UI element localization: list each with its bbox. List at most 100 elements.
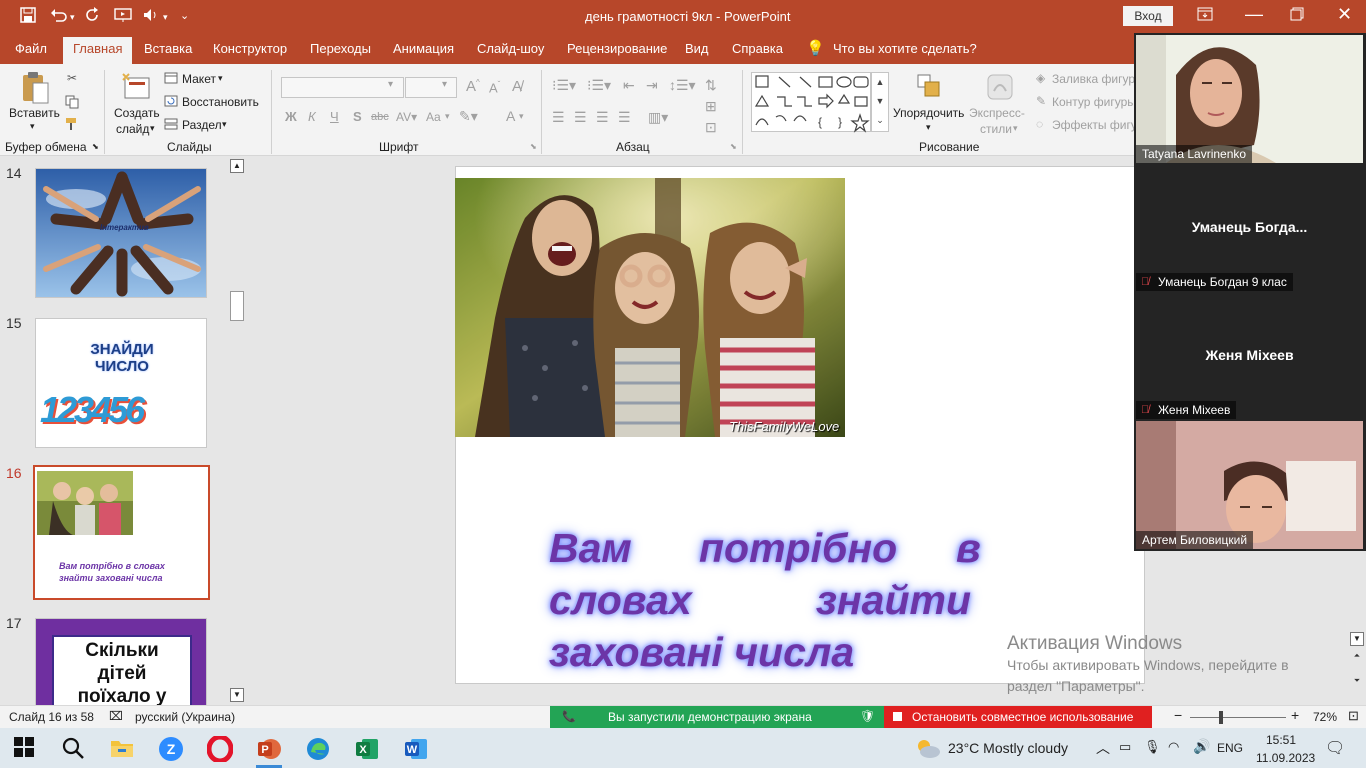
language-indicator[interactable]: русский (Украина) [135, 710, 235, 724]
font-size-dropdown-icon[interactable]: ▾ [442, 79, 447, 90]
decrease-indent-icon[interactable]: ⇤ [623, 77, 635, 94]
layout-icon[interactable] [164, 71, 178, 85]
quick-styles-label[interactable]: Экспресс- [969, 106, 1025, 120]
signin-button[interactable]: Вход [1123, 6, 1173, 26]
file-explorer-icon[interactable] [109, 736, 135, 762]
thumbnail-slide-16-selected[interactable]: Вам потрібно в словах знайти заховані чи… [33, 465, 210, 600]
align-left-icon[interactable]: ☰ [552, 109, 565, 126]
paste-icon[interactable] [18, 70, 52, 106]
font-color-dropdown-icon[interactable]: ▾ [519, 111, 524, 122]
clear-format-icon[interactable]: A̸ [512, 78, 522, 95]
scroll-down-icon[interactable]: ▼ [230, 688, 244, 702]
notifications-icon[interactable]: 🗨 [1325, 738, 1345, 758]
windows-start-icon[interactable] [13, 736, 39, 762]
shape-outline-button[interactable]: Контур фигуры [1052, 95, 1136, 109]
shapes-gallery[interactable]: {} [751, 72, 871, 133]
audio-icon[interactable] [142, 7, 160, 27]
shape-fill-icon[interactable]: ◈ [1036, 71, 1045, 85]
thumbnail-slide-14[interactable]: Інтерактив [35, 168, 207, 298]
participant-tile-3[interactable]: Женя Міхеев Женя Міхеев 🎙̸ [1136, 291, 1363, 419]
thumbnail-slide-15[interactable]: ЗНАЙДИ ЧИСЛО 123456 [35, 318, 207, 448]
slide-text-word-3[interactable]: в [956, 525, 981, 572]
ribbon-display-icon[interactable] [1197, 7, 1213, 25]
quick-styles-icon[interactable] [983, 70, 1017, 104]
slideshow-start-icon[interactable] [114, 7, 132, 27]
weather-text[interactable]: 23°C Mostly cloudy [948, 740, 1068, 756]
tab-review[interactable]: Рецензирование [567, 41, 667, 56]
scroll-thumb[interactable] [230, 291, 244, 321]
zoom-out-icon[interactable]: − [1174, 707, 1182, 723]
increase-indent-icon[interactable]: ⇥ [646, 77, 658, 94]
copy-icon[interactable] [64, 94, 80, 110]
align-right-icon[interactable]: ☰ [596, 109, 609, 126]
quick-styles-dropdown-icon[interactable]: ▾ [1013, 123, 1018, 134]
zoom-in-icon[interactable]: + [1291, 707, 1299, 723]
strikethrough-button[interactable]: abc [371, 111, 389, 123]
tab-help[interactable]: Справка [732, 41, 783, 56]
shape-fill-button[interactable]: Заливка фигуры [1052, 72, 1144, 86]
restore-icon[interactable] [1290, 7, 1304, 25]
smartart-icon[interactable]: ⊡ [705, 119, 717, 136]
save-icon[interactable] [20, 7, 36, 27]
line-spacing-icon[interactable]: ↕☰▾ [669, 77, 696, 94]
zoom-level[interactable]: 72% [1313, 710, 1337, 724]
slide-text-word-5[interactable]: знайти [816, 577, 971, 624]
slide-scroll-down-icon[interactable]: ▼ [1350, 632, 1364, 646]
slide-text-word-4[interactable]: словах [549, 577, 692, 624]
current-slide[interactable]: ThisFamilyWeLove Вам потрібно в словах з… [455, 166, 1145, 684]
stop-share-button[interactable]: Остановить совместное использование [884, 706, 1152, 729]
columns-icon[interactable]: ▥▾ [648, 109, 668, 126]
section-icon[interactable] [164, 117, 178, 131]
tell-me-search[interactable]: Что вы хотите сделать? [833, 41, 977, 56]
audio-dropdown-icon[interactable]: ▾ [163, 12, 168, 23]
numbering-icon[interactable]: ⁝☰▾ [587, 77, 611, 94]
grow-font-icon[interactable]: A^ [466, 78, 480, 95]
wifi-icon[interactable]: ◠ [1168, 739, 1179, 755]
highlight-icon[interactable]: ✎▾ [459, 108, 478, 125]
new-slide-dropdown-icon[interactable]: ▾ [150, 123, 155, 134]
slide-text-word-2[interactable]: потрібно [699, 525, 897, 572]
tab-transitions[interactable]: Переходы [310, 41, 371, 56]
section-button[interactable]: Раздел [182, 118, 222, 132]
excel-icon[interactable]: X [354, 736, 380, 762]
thumbnail-slide-17[interactable]: Скільки дітей поїхало у [35, 618, 207, 708]
fit-slide-icon[interactable]: ⊡ [1348, 708, 1359, 724]
tab-insert[interactable]: Вставка [144, 41, 192, 56]
input-language[interactable]: ENG [1217, 741, 1243, 755]
undo-dropdown-icon[interactable]: ▾ [70, 12, 75, 23]
scroll-up-icon[interactable]: ▲ [230, 159, 244, 173]
shape-effects-icon[interactable]: ◌ [1036, 117, 1043, 131]
font-launcher-icon[interactable]: ⬊ [530, 142, 537, 151]
microphone-icon[interactable]: 🎙 [1144, 739, 1161, 755]
new-slide-label-2[interactable]: слайд [116, 122, 149, 136]
paste-dropdown-icon[interactable]: ▾ [30, 121, 35, 132]
arrange-label[interactable]: Упорядочить [893, 106, 964, 120]
close-icon[interactable]: ✕ [1337, 4, 1352, 25]
font-size-select[interactable] [405, 77, 457, 98]
layout-button[interactable]: Макет [182, 72, 216, 86]
paragraph-launcher-icon[interactable]: ⬊ [730, 142, 737, 151]
layout-dropdown-icon[interactable]: ▾ [218, 73, 223, 84]
zoom-slider[interactable] [1190, 717, 1286, 718]
quick-styles-label-2[interactable]: стили [980, 122, 1012, 136]
format-painter-icon[interactable] [64, 116, 80, 132]
weather-cloud-icon[interactable] [914, 736, 942, 763]
participant-tile-4[interactable]: Артем Биловицкий [1136, 421, 1363, 549]
section-dropdown-icon[interactable]: ▾ [222, 119, 227, 130]
tab-file[interactable]: Файл [15, 41, 47, 56]
new-slide-icon[interactable] [120, 70, 152, 104]
cut-icon[interactable]: ✂ [64, 70, 80, 86]
shape-outline-icon[interactable]: ✎ [1036, 94, 1046, 108]
edge-icon[interactable] [305, 736, 331, 762]
clipboard-launcher-icon[interactable]: ⬊ [92, 142, 99, 151]
reset-icon[interactable] [164, 94, 178, 108]
shadow-button[interactable]: S [353, 109, 362, 124]
participant-tile-1[interactable]: Tatyana Lavrinenko [1136, 35, 1363, 163]
clock-time[interactable]: 15:51 [1266, 733, 1296, 747]
thumbnails-scrollbar[interactable]: ▲ ▼ [228, 157, 246, 705]
char-spacing-icon[interactable]: AV▾ [396, 110, 417, 124]
underline-button[interactable]: Ч [330, 109, 339, 124]
font-name-dropdown-icon[interactable]: ▾ [388, 79, 393, 90]
prev-slide-icon[interactable]: ⏶ [1350, 650, 1364, 664]
redo-icon[interactable] [84, 7, 100, 27]
